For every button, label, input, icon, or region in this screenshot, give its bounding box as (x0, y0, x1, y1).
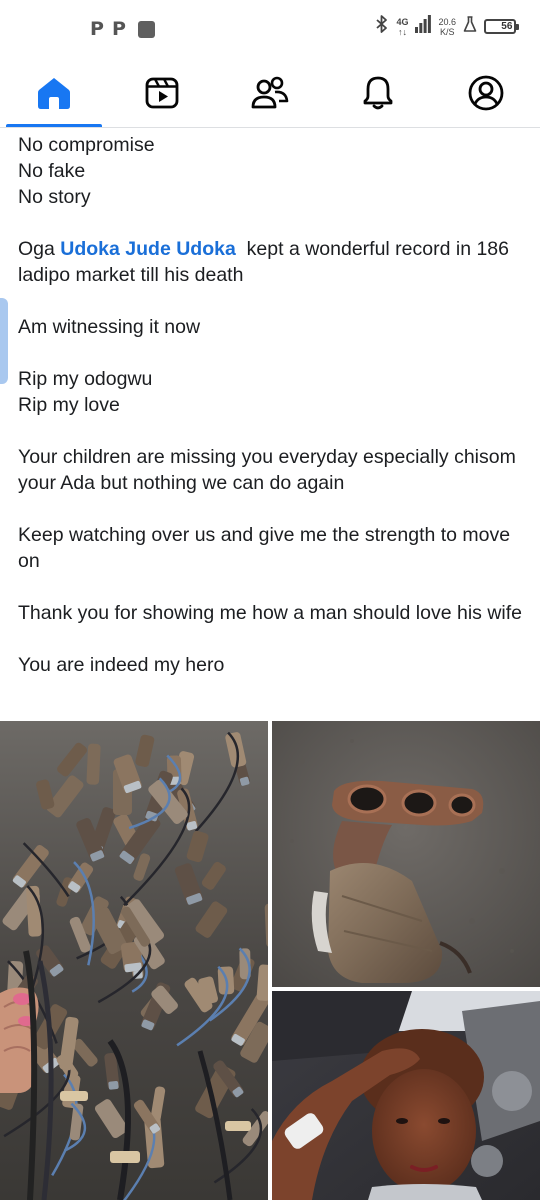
post-paragraph: Thank you for showing me how a man shoul… (18, 602, 523, 624)
battery-icon: 56 (484, 19, 519, 34)
post-line: No compromise (18, 134, 155, 156)
profile-icon (467, 74, 505, 112)
post-line: No fake (18, 160, 86, 182)
post-paragraph: Your children are missing you everyday e… (18, 446, 516, 494)
status-system-icons: 4G ↑↓ 20.6 K/S 56 (375, 14, 519, 39)
post-line: Rip my love (18, 394, 120, 416)
flask-icon (463, 15, 477, 38)
status-notifications: P P (90, 16, 155, 42)
top-nav-bar (0, 58, 540, 128)
bell-icon (360, 75, 396, 111)
tab-video[interactable] (108, 58, 216, 127)
woman-salute-photo[interactable] (272, 991, 540, 1200)
status-bar: P P 4G ↑↓ 20.6 K/S 56 (0, 0, 540, 58)
post-paragraph: You are indeed my hero (18, 654, 225, 676)
post-paragraph: Keep watching over us and give me the st… (18, 524, 511, 572)
p-notification-icon: P (111, 18, 126, 40)
scroll-handle[interactable] (0, 298, 8, 384)
post-paragraph: Am witnessing it now (18, 316, 201, 338)
video-icon (144, 75, 180, 111)
square-notification-icon (137, 20, 155, 38)
tab-home[interactable] (0, 58, 108, 127)
post-body: No compromise No fake No story Oga Udoka… (18, 132, 523, 678)
exhaust-manifest-photo[interactable] (272, 721, 540, 987)
network-speed: 20.6 K/S (438, 16, 456, 37)
post-paragraph: Oga Udoka Jude Udoka kept a wonderful re… (18, 238, 515, 286)
friends-icon (250, 75, 290, 111)
active-tab-indicator (6, 124, 102, 127)
post-line: Rip my odogwu (18, 368, 153, 390)
mention-link[interactable]: Udoka Jude Udoka (60, 238, 236, 260)
tab-profile[interactable] (432, 58, 540, 127)
bluetooth-icon (375, 14, 389, 39)
p-notification-icon: P (90, 18, 104, 40)
post-line: No story (18, 186, 91, 208)
sensors-pile-photo[interactable] (0, 721, 268, 1200)
home-icon (36, 75, 72, 111)
tab-notifications[interactable] (324, 58, 432, 127)
tab-friends[interactable] (216, 58, 324, 127)
signal-icon (415, 15, 432, 38)
network-type: 4G ↑↓ (396, 16, 409, 37)
